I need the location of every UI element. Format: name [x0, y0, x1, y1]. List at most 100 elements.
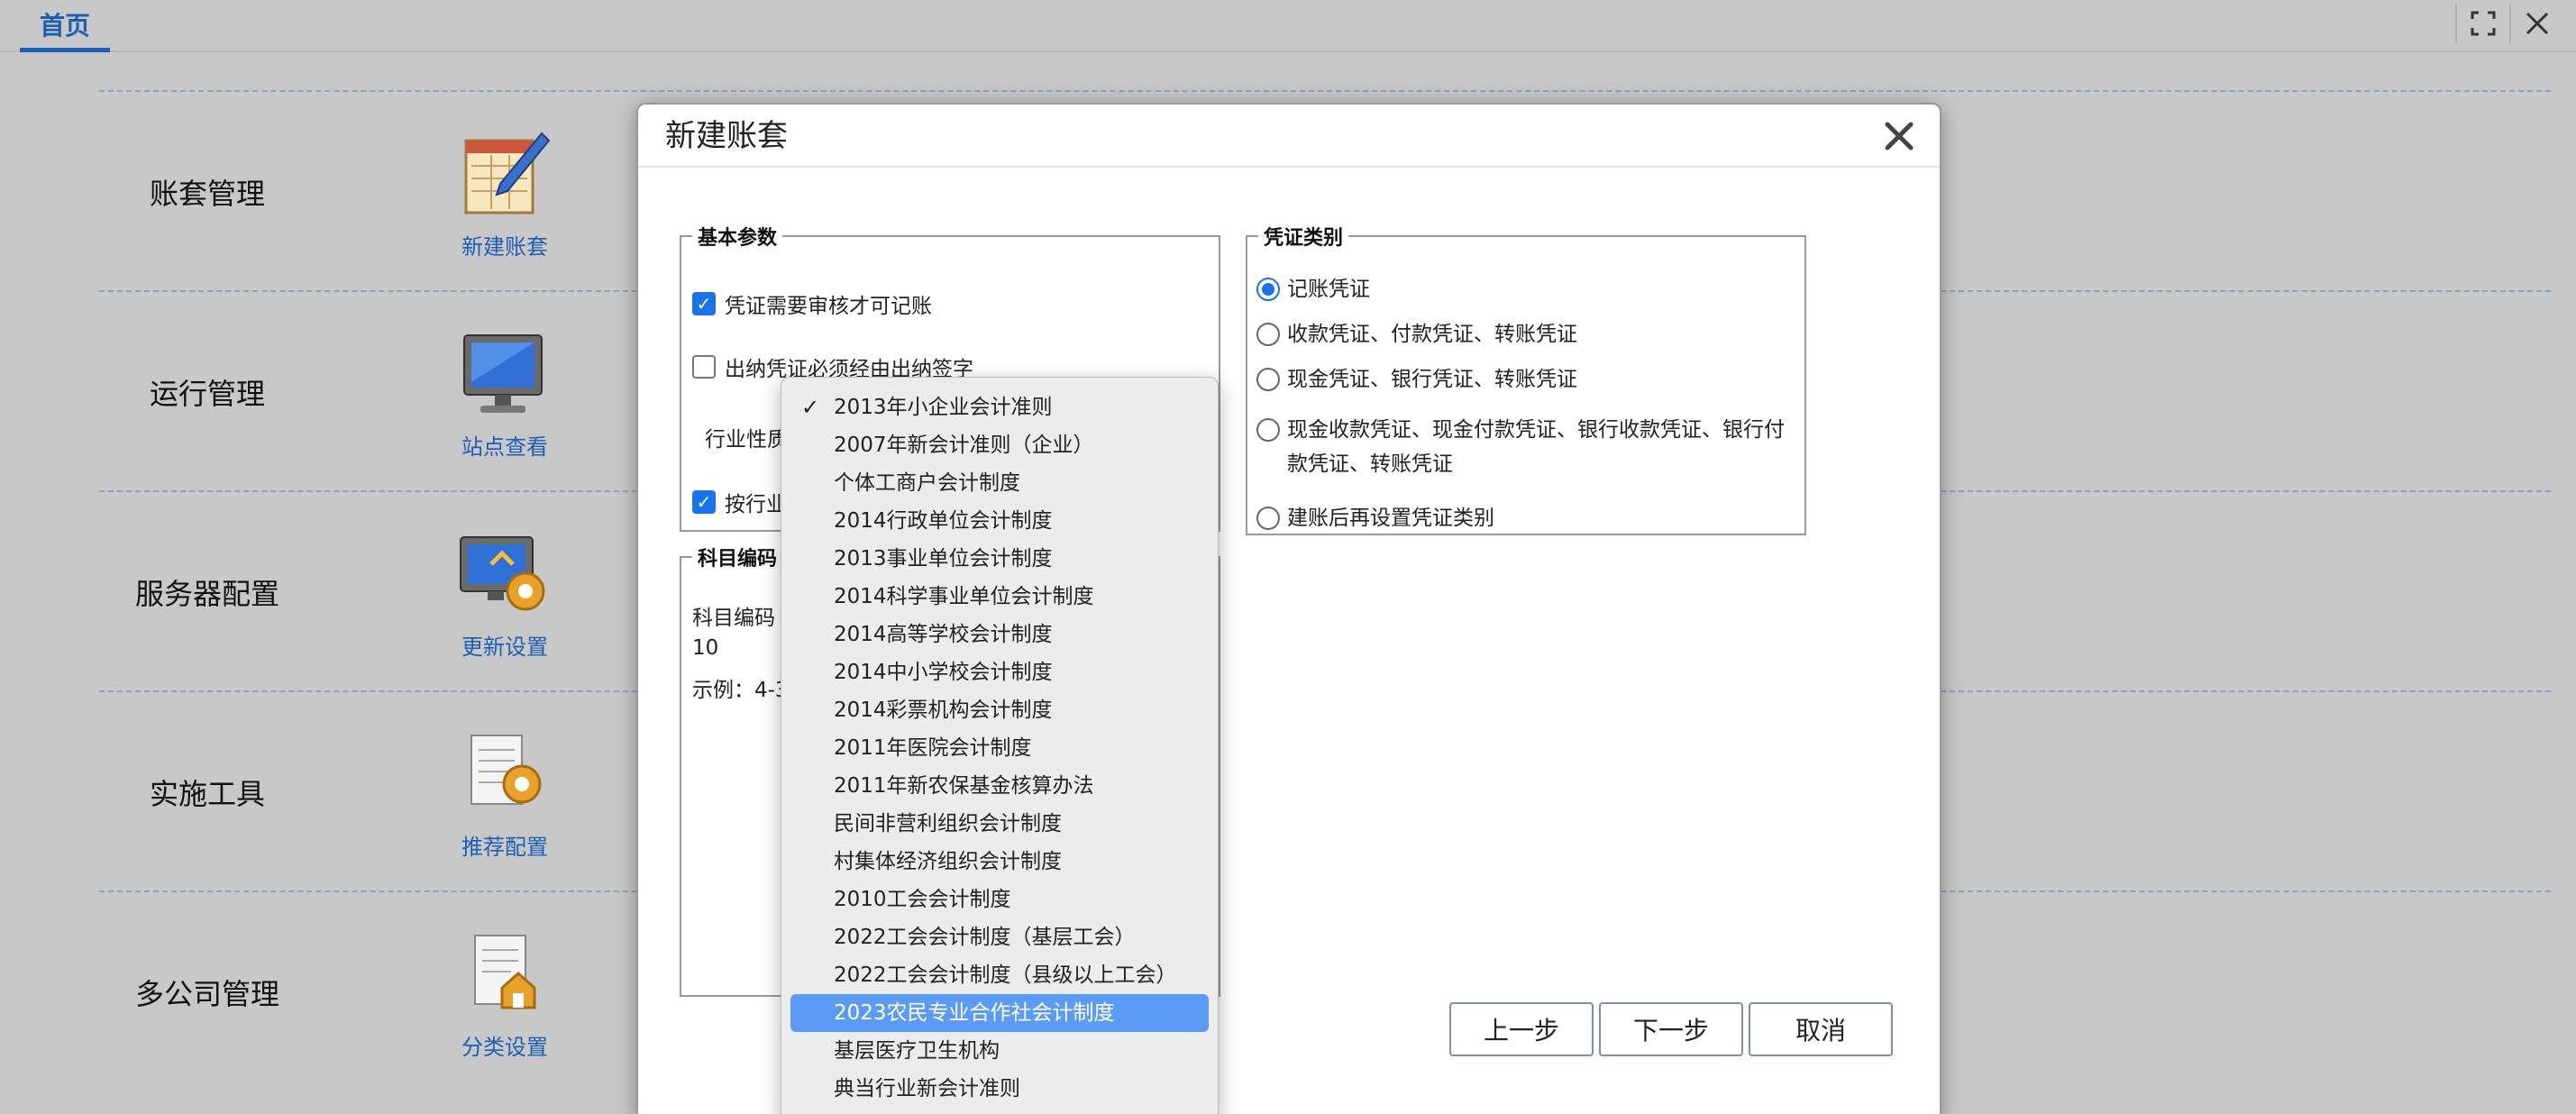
- voucher-option-label: 现金收款凭证、现金付款凭证、银行收款凭证、银行付款凭证、转账凭证: [1287, 418, 1785, 476]
- row-item-label: 新建账套: [461, 234, 548, 260]
- row-item-label: 更新设置: [461, 635, 548, 660]
- monitor-gear-icon: [460, 536, 545, 611]
- check-icon[interactable]: ✓: [692, 490, 716, 514]
- dropdown-option[interactable]: 2023农民专业合作社会计制度: [790, 994, 1209, 1032]
- dropdown-option[interactable]: 2014科学事业单位会计制度: [790, 578, 1209, 616]
- dropdown-option-label: 2014科学事业单位会计制度: [834, 585, 1094, 608]
- dropdown-option[interactable]: 村集体经济组织会计制度: [790, 843, 1209, 881]
- dropdown-option[interactable]: 民间非营利组织会计制度: [790, 805, 1209, 843]
- category-settings-button[interactable]: 分类设置: [433, 928, 577, 1061]
- row-label: 实施工具: [149, 777, 265, 811]
- row-label: 账套管理: [149, 177, 265, 211]
- radio-unselected[interactable]: [1256, 368, 1280, 391]
- row-label: 服务器配置: [134, 577, 279, 611]
- maximize-icon[interactable]: [2455, 4, 2509, 43]
- check-icon[interactable]: ✓: [692, 292, 716, 315]
- tab-home[interactable]: 首页: [20, 0, 110, 52]
- dropdown-option[interactable]: ✓ 2013年小企业会计准则: [790, 388, 1209, 426]
- radio-unselected[interactable]: [1256, 323, 1280, 346]
- dropdown-option[interactable]: 2007年新会计准则（企业）: [790, 426, 1209, 464]
- dropdown-option[interactable]: 2011年新农保基金核算办法: [790, 767, 1209, 805]
- basic-params-legend: 基本参数: [698, 227, 778, 250]
- industry-dropdown-menu[interactable]: ✓ 2013年小企业会计准则 2007年新会计准则（企业） 个体工商户会计制度 2014…: [781, 377, 1219, 1114]
- close-icon[interactable]: [1878, 115, 1920, 157]
- dropdown-option[interactable]: 2014彩票机构会计制度: [790, 691, 1209, 729]
- dropdown-option-label: 2011年医院会计制度: [834, 736, 1032, 760]
- dropdown-option-label: 2014彩票机构会计制度: [834, 699, 1053, 722]
- update-settings-button[interactable]: 更新设置: [433, 528, 577, 661]
- code-line-2: 10: [692, 636, 719, 660]
- checkmark-icon: ✓: [801, 395, 820, 420]
- ledger-book-pen-icon: [464, 132, 551, 215]
- recommend-config-button[interactable]: 推荐配置: [433, 728, 577, 861]
- tab-bar: 首页: [0, 0, 2576, 52]
- dropdown-option[interactable]: 2014行政单位会计制度: [790, 502, 1209, 540]
- dropdown-option-label: 2007年新会计准则（企业）: [834, 434, 1094, 457]
- document-gear-icon: [470, 735, 542, 805]
- voucher-option-4[interactable]: 建账后再设置凭证类别: [1256, 501, 1797, 535]
- code-line-3: 示例：4-3: [692, 679, 789, 702]
- dropdown-option-label: 典当行业新会计准则: [834, 1077, 1020, 1100]
- dropdown-option-label: 2014中小学校会计制度: [834, 661, 1053, 684]
- dialog-header: 新建账套: [638, 105, 1940, 168]
- prev-step-button[interactable]: 上一步: [1449, 1002, 1594, 1056]
- by-industry-checkbox-row[interactable]: ✓ 按行业: [692, 487, 787, 517]
- dropdown-option-label: 2023农民专业合作社会计制度: [834, 1001, 1115, 1025]
- dropdown-option[interactable]: 个体工商户会计制度: [790, 464, 1209, 502]
- voucher-option-label: 建账后再设置凭证类别: [1287, 507, 1494, 530]
- dropdown-option[interactable]: 典当行业新会计准则: [790, 1070, 1209, 1108]
- dropdown-option-label: 2022工会会计制度（县级以上工会）: [834, 963, 1177, 987]
- voucher-option-3[interactable]: 现金收款凭证、现金付款凭证、银行收款凭证、银行付款凭证、转账凭证: [1256, 413, 1797, 481]
- row-item-label: 站点查看: [461, 434, 548, 460]
- dropdown-option-label: 2014高等学校会计制度: [834, 623, 1053, 646]
- site-view-button[interactable]: 站点查看: [433, 328, 577, 461]
- dropdown-option-label: 2013年小企业会计准则: [834, 396, 1053, 419]
- monitor-icon: [463, 334, 543, 413]
- dropdown-option-label: 基层医疗卫生机构: [834, 1039, 1000, 1063]
- row-label: 多公司管理: [134, 977, 279, 1011]
- voucher-option-1[interactable]: 收款凭证、付款凭证、转账凭证: [1256, 317, 1797, 352]
- dropdown-option[interactable]: 2010工会会计制度: [790, 881, 1209, 918]
- dropdown-option-label: 村集体经济组织会计制度: [834, 850, 1062, 873]
- dropdown-option-label: 2013事业单位会计制度: [834, 547, 1053, 571]
- cancel-button[interactable]: 取消: [1749, 1002, 1893, 1056]
- radio-unselected[interactable]: [1256, 507, 1280, 530]
- dialog-title: 新建账套: [665, 118, 788, 154]
- new-ledger-button[interactable]: 新建账套: [433, 128, 577, 260]
- row-item-label: 推荐配置: [461, 835, 548, 860]
- voucher-type-legend: 凭证类别: [1264, 227, 1344, 250]
- dropdown-option-label: 个体工商户会计制度: [834, 471, 1020, 495]
- row-label: 运行管理: [149, 377, 265, 411]
- dropdown-option[interactable]: 2014高等学校会计制度: [790, 616, 1209, 653]
- industry-label: 行业性质: [705, 428, 788, 452]
- next-step-button[interactable]: 下一步: [1599, 1002, 1743, 1056]
- dropdown-option-label: 2014行政单位会计制度: [834, 509, 1053, 533]
- radio-selected[interactable]: [1256, 278, 1280, 301]
- radio-unselected[interactable]: [1256, 418, 1280, 442]
- dropdown-option[interactable]: 2014中小学校会计制度: [790, 653, 1209, 691]
- voucher-option-0[interactable]: 记账凭证: [1256, 272, 1797, 306]
- by-industry-label: 按行业: [725, 493, 787, 516]
- document-house-icon: [474, 935, 536, 1009]
- subject-code-legend: 科目编码: [698, 548, 778, 571]
- dropdown-option-label: 2022工会会计制度（基层工会）: [834, 926, 1136, 949]
- audit-checkbox-row[interactable]: ✓ 凭证需要审核才可记账: [692, 288, 932, 319]
- voucher-option-label: 现金凭证、银行凭证、转账凭证: [1287, 368, 1577, 391]
- voucher-option-label: 收款凭证、付款凭证、转账凭证: [1287, 323, 1577, 346]
- dropdown-option-label: 民间非营利组织会计制度: [834, 812, 1062, 836]
- dropdown-option-label: 2010工会会计制度: [834, 888, 1011, 911]
- dropdown-option[interactable]: 基层医疗卫生机构: [790, 1032, 1209, 1070]
- code-line-1: 科目编码: [692, 607, 775, 630]
- voucher-type-group: 凭证类别 记账凭证 收款凭证、付款凭证、转账凭证 现金凭证、银行凭证、转账凭证 …: [1246, 222, 1806, 535]
- dropdown-option[interactable]: 2022工会会计制度（基层工会）: [790, 918, 1209, 956]
- checkbox-empty[interactable]: [692, 355, 716, 379]
- dropdown-option[interactable]: 2013事业单位会计制度: [790, 540, 1209, 578]
- dropdown-option[interactable]: 2022工会会计制度（县级以上工会）: [790, 956, 1209, 994]
- voucher-option-2[interactable]: 现金凭证、银行凭证、转账凭证: [1256, 362, 1797, 397]
- audit-check-label: 凭证需要审核才可记账: [725, 295, 932, 318]
- close-tab-icon[interactable]: [2509, 4, 2563, 43]
- dropdown-option-label: 2011年新农保基金核算办法: [834, 774, 1094, 798]
- row-item-label: 分类设置: [461, 1035, 548, 1060]
- voucher-option-label: 记账凭证: [1287, 278, 1370, 301]
- dropdown-option[interactable]: 2011年医院会计制度: [790, 729, 1209, 767]
